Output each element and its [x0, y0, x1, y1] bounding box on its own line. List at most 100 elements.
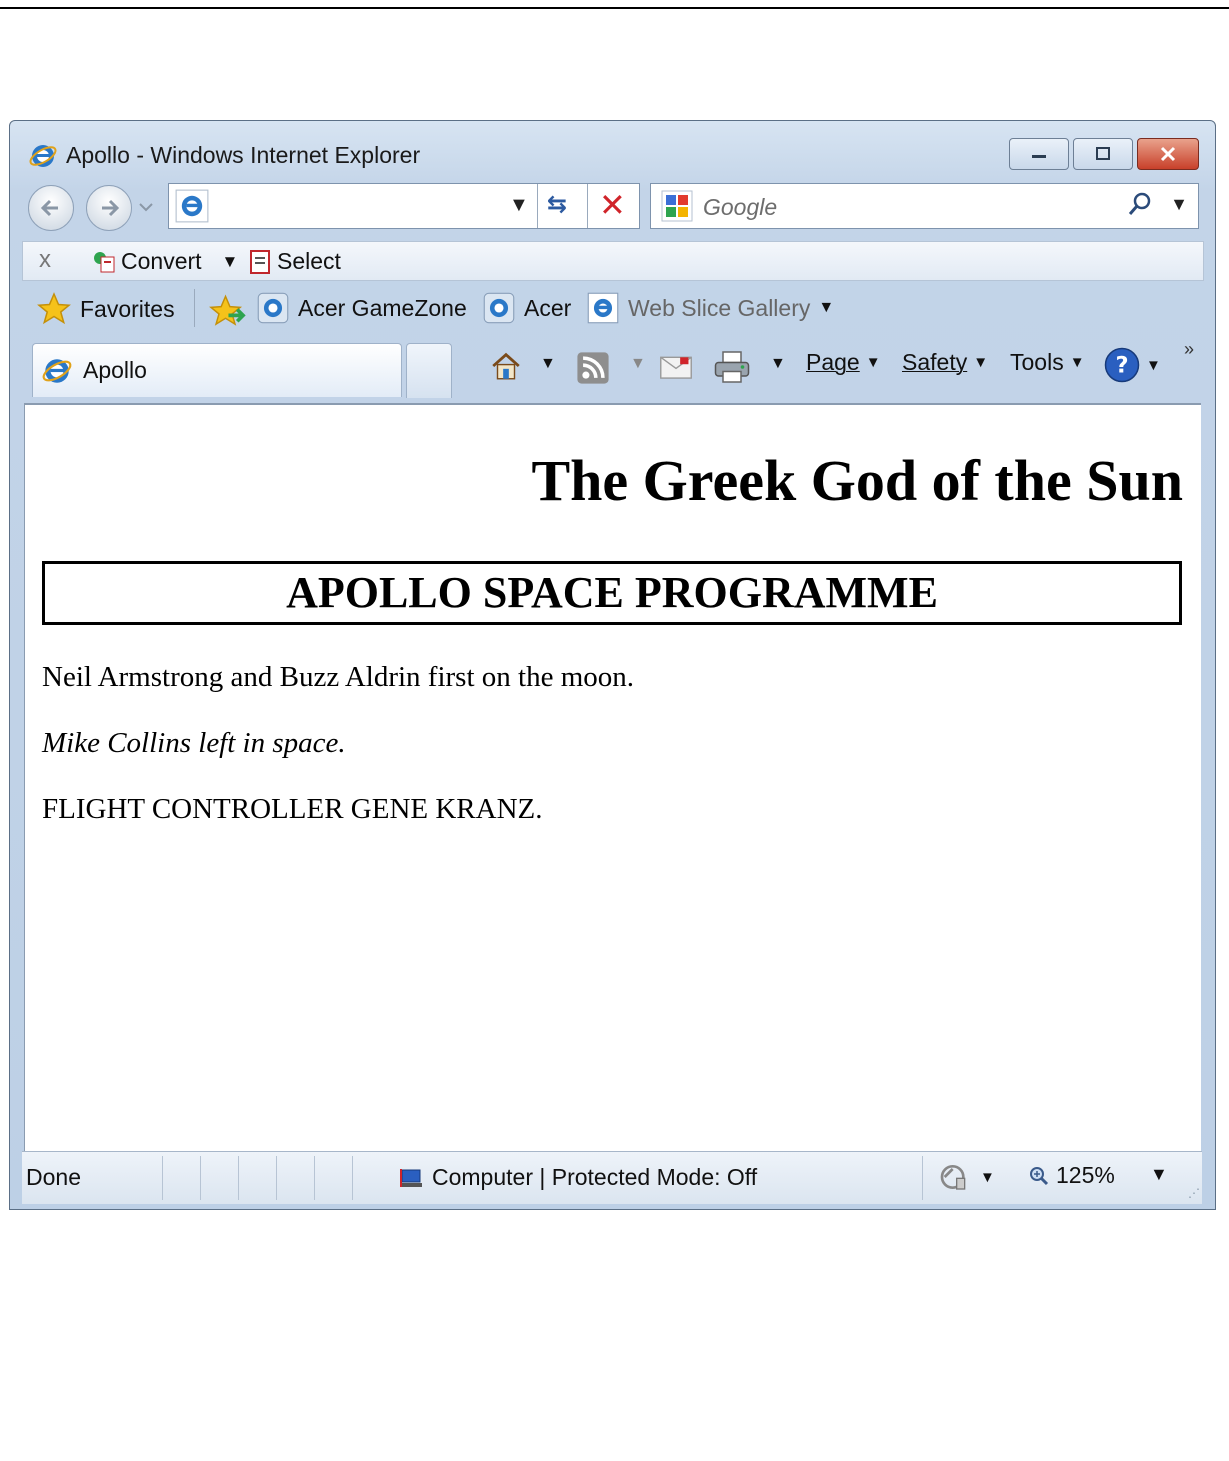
favorites-star-icon — [37, 292, 71, 325]
convert-dropdown-icon[interactable]: ▼ — [222, 252, 239, 272]
page-heading: The Greek God of the Sun — [531, 448, 1183, 513]
safety-menu[interactable]: Safety ▼ — [902, 349, 988, 376]
search-options-dropdown-icon[interactable]: ▼ — [1170, 194, 1188, 215]
refresh-button[interactable]: ⇆ — [547, 190, 567, 219]
navigation-bar: ▼ ⇆ ✕ Google ▼ — [10, 181, 1215, 237]
search-box[interactable]: Google ▼ — [650, 183, 1199, 229]
status-text: Done — [26, 1164, 81, 1190]
status-divider — [276, 1156, 277, 1200]
select-label: Select — [277, 248, 341, 274]
new-tab-button[interactable] — [406, 343, 452, 398]
print-icon[interactable] — [712, 349, 752, 385]
print-dropdown-icon[interactable]: ▼ — [770, 355, 786, 373]
tab-bar: Apollo ▼ ▼ ▼ Page ▼ Safety ▼ Tools ▼ ? ▼… — [22, 339, 1202, 401]
address-divider — [537, 184, 538, 228]
search-placeholder: Google — [703, 194, 778, 220]
zoom-dropdown-icon[interactable]: ▼ — [1150, 1164, 1168, 1185]
home-icon[interactable] — [488, 349, 524, 383]
read-mail-icon[interactable] — [658, 353, 694, 381]
favorites-divider — [194, 289, 195, 327]
address-bar[interactable]: ▼ ⇆ ✕ — [168, 183, 640, 229]
tools-menu-dropdown-icon: ▼ — [1069, 354, 1085, 371]
forward-button[interactable] — [86, 185, 132, 231]
acer-site-icon — [257, 292, 289, 324]
favorites-label: Favorites — [80, 295, 175, 322]
favorites-button[interactable]: Favorites — [36, 291, 175, 327]
favorite-link-web-slice-gallery[interactable]: Web Slice Gallery ▼ — [586, 291, 834, 325]
rss-feed-icon[interactable] — [576, 351, 610, 385]
paragraph-armstrong: Neil Armstrong and Buzz Aldrin first on … — [42, 661, 635, 693]
help-menu[interactable]: ? ▼ — [1104, 347, 1161, 383]
paragraph-kranz: FLIGHT CONTROLLER GENE KRANZ. — [42, 793, 543, 825]
help-dropdown-icon: ▼ — [1146, 356, 1161, 374]
tab-label: Apollo — [83, 357, 147, 383]
favorite-link-acer[interactable]: Acer — [482, 291, 571, 325]
close-button[interactable] — [1137, 138, 1199, 170]
maximize-icon — [1096, 147, 1110, 160]
status-divider — [922, 1156, 923, 1200]
tools-menu-label: Tools — [1010, 349, 1064, 375]
boxed-heading: APOLLO SPACE PROGRAMME — [42, 561, 1182, 625]
select-pdf-icon — [250, 249, 270, 274]
status-divider — [314, 1156, 315, 1200]
feeds-dropdown-icon[interactable]: ▼ — [630, 355, 646, 373]
window-controls — [1009, 138, 1199, 170]
resize-grip-icon[interactable]: ⋰ — [1188, 1186, 1200, 1200]
web-slice-dropdown-icon[interactable]: ▼ — [818, 299, 834, 317]
zoom-label: 125% — [1056, 1162, 1115, 1188]
favorite-link-label: Web Slice Gallery — [628, 294, 811, 321]
page-menu-label: Page — [806, 349, 860, 375]
favorites-bar: Favorites Acer GameZone Acer Web Slice G… — [22, 281, 1202, 339]
status-divider — [162, 1156, 163, 1200]
popup-blocker-button[interactable]: ▼ — [938, 1162, 995, 1192]
status-divider — [200, 1156, 201, 1200]
favorite-link-label: Acer GameZone — [298, 294, 467, 321]
forward-arrow-icon — [102, 199, 120, 217]
history-dropdown-icon[interactable] — [138, 201, 154, 213]
status-divider — [352, 1156, 353, 1200]
acer-site-icon — [483, 292, 515, 324]
pdf-toolbar: x Convert ▼ Select — [22, 241, 1204, 281]
page-menu-dropdown-icon: ▼ — [865, 354, 881, 371]
minimize-icon — [1032, 155, 1046, 158]
address-divider — [587, 184, 588, 228]
address-dropdown-icon[interactable]: ▼ — [509, 194, 529, 217]
maximize-button[interactable] — [1073, 138, 1133, 170]
status-divider — [238, 1156, 239, 1200]
home-dropdown-icon[interactable]: ▼ — [540, 355, 556, 373]
top-rule — [0, 7, 1229, 9]
tools-menu[interactable]: Tools ▼ — [1010, 349, 1085, 376]
back-button[interactable] — [28, 185, 74, 231]
page-ie-icon — [175, 189, 209, 223]
search-icon[interactable] — [1126, 190, 1154, 218]
page-menu[interactable]: Page ▼ — [806, 349, 881, 376]
security-zone[interactable]: Computer | Protected Mode: Off — [398, 1164, 757, 1191]
title-bar: Apollo - Windows Internet Explorer — [10, 121, 1215, 181]
tab-apollo[interactable]: Apollo — [32, 343, 402, 397]
close-icon — [1160, 146, 1176, 162]
svg-text:?: ? — [1115, 353, 1128, 379]
address-input[interactable] — [215, 192, 499, 222]
minimize-button[interactable] — [1009, 138, 1069, 170]
zoom-magnifier-icon — [1030, 1166, 1049, 1185]
convert-label: Convert — [121, 248, 202, 274]
computer-zone-icon — [400, 1168, 422, 1187]
help-icon: ? — [1104, 347, 1140, 383]
ie-logo-icon — [42, 358, 72, 383]
ie-logo-icon — [29, 145, 57, 167]
safety-menu-label: Safety — [902, 349, 968, 375]
command-bar-overflow-icon[interactable]: » — [1184, 339, 1194, 360]
favorite-link-acer-gamezone[interactable]: Acer GameZone — [256, 291, 467, 325]
favorite-link-label: Acer — [524, 294, 572, 321]
stop-button[interactable]: ✕ — [599, 186, 626, 224]
convert-button[interactable]: Convert ▼ — [91, 248, 238, 275]
window-title: Apollo - Windows Internet Explorer — [66, 142, 421, 168]
zoom-level[interactable]: 125% — [1028, 1162, 1115, 1189]
status-bar: Done Computer | Protected Mode: Off ▼ 12… — [22, 1151, 1202, 1204]
add-to-favorites-icon[interactable] — [208, 293, 246, 329]
convert-pdf-icon — [94, 251, 115, 272]
toolbar-close-button[interactable]: x — [39, 246, 51, 274]
select-button[interactable]: Select — [249, 248, 341, 275]
safety-menu-dropdown-icon: ▼ — [973, 354, 989, 371]
browser-window: Apollo - Windows Internet Explorer ▼ ⇆ ✕… — [9, 120, 1216, 1210]
